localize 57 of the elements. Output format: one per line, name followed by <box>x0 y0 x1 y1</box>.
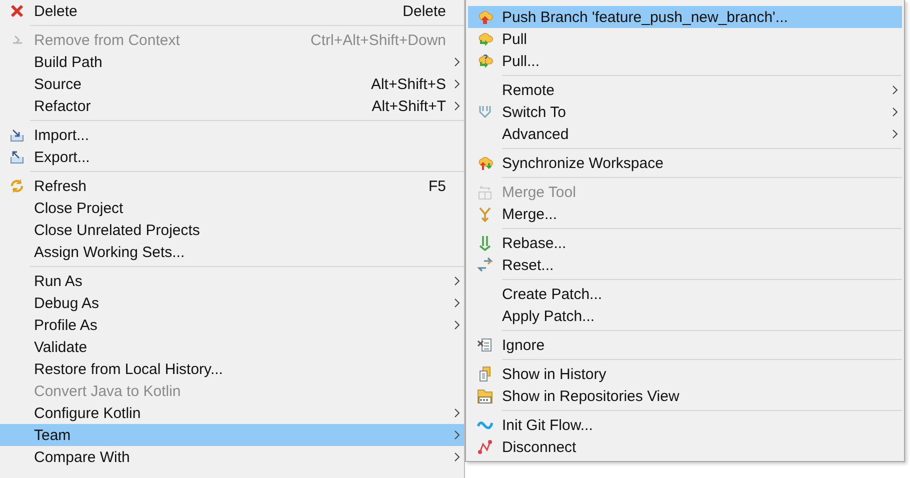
merge-tool-icon <box>477 184 493 200</box>
menu-item[interactable]: Show in Repositories View <box>468 385 902 407</box>
menu-item[interactable]: Debug As <box>0 292 464 314</box>
shortcut-text: Alt+Shift+S <box>370 76 446 92</box>
sync-icon <box>477 155 493 171</box>
menu-item[interactable]: Push Branch 'feature_push_new_branch'... <box>468 6 902 28</box>
cross-icon <box>9 3 25 19</box>
merge-icon <box>477 206 493 222</box>
cloud-download-icon <box>477 53 493 69</box>
shortcut-text: Ctrl+Alt+Shift+Down <box>310 32 446 48</box>
menu-item[interactable]: Synchronize Workspace <box>468 152 902 174</box>
menu-item[interactable]: Configure Kotlin <box>0 402 464 424</box>
menu-item[interactable]: Init Git Flow... <box>468 414 902 436</box>
menu-item[interactable]: Run As <box>0 270 464 292</box>
menu-item[interactable]: Close Project <box>0 197 464 219</box>
menu-item[interactable]: Profile As <box>0 314 464 336</box>
menu-item[interactable]: Refactor Alt+Shift+T <box>0 95 464 117</box>
menu-item[interactable]: Reset... <box>468 254 902 276</box>
cloud-download-icon <box>477 31 493 47</box>
menu-item[interactable]: Assign Working Sets... <box>0 241 464 263</box>
shortcut-text: Delete <box>402 2 446 20</box>
menu-item[interactable]: Advanced <box>468 123 902 145</box>
menu-item[interactable]: Delete Delete <box>0 0 464 22</box>
switch-icon <box>477 104 493 120</box>
menu-item[interactable]: Build Path <box>0 51 464 73</box>
menu-item[interactable]: Close Unrelated Projects <box>0 219 464 241</box>
refresh-icon <box>9 178 25 194</box>
shortcut-text: F5 <box>428 178 446 194</box>
ignore-icon <box>477 337 493 353</box>
menu-item[interactable]: Create Patch... <box>468 283 902 305</box>
menu-item[interactable]: Merge... <box>468 203 902 225</box>
menu-item[interactable]: Pull <box>468 28 902 50</box>
export-icon <box>9 149 25 165</box>
menu-item[interactable]: Import... <box>0 124 464 146</box>
menu-item[interactable]: Ignore <box>468 334 902 356</box>
menu-item[interactable]: Team <box>0 424 464 446</box>
cloud-upload-icon <box>477 9 493 25</box>
disconnect-icon <box>477 439 493 455</box>
reset-icon <box>477 257 493 273</box>
menu-item[interactable]: Remote <box>468 79 902 101</box>
menu-item[interactable]: Compare With <box>0 446 464 468</box>
menu-item[interactable]: Show in History <box>468 363 902 385</box>
menu-item[interactable]: Refresh F5 <box>0 175 464 197</box>
rebase-icon <box>477 235 493 251</box>
import-icon <box>9 127 25 143</box>
menu-item[interactable]: Apply Patch... <box>468 305 902 327</box>
history-icon <box>477 366 493 382</box>
repository-icon <box>477 388 493 404</box>
shortcut-text: Alt+Shift+T <box>372 98 446 114</box>
menu-item[interactable]: Rebase... <box>468 232 902 254</box>
menu-item[interactable]: Export... <box>0 146 464 168</box>
menu-item[interactable]: Disconnect <box>468 436 902 458</box>
menu-item[interactable]: Validate <box>0 336 464 358</box>
menu-item[interactable]: Switch To <box>468 101 902 123</box>
menu-item[interactable]: Pull... <box>468 50 902 72</box>
menu-item[interactable]: Restore from Local History... <box>0 358 464 380</box>
menu-item[interactable]: Source Alt+Shift+S <box>0 73 464 95</box>
